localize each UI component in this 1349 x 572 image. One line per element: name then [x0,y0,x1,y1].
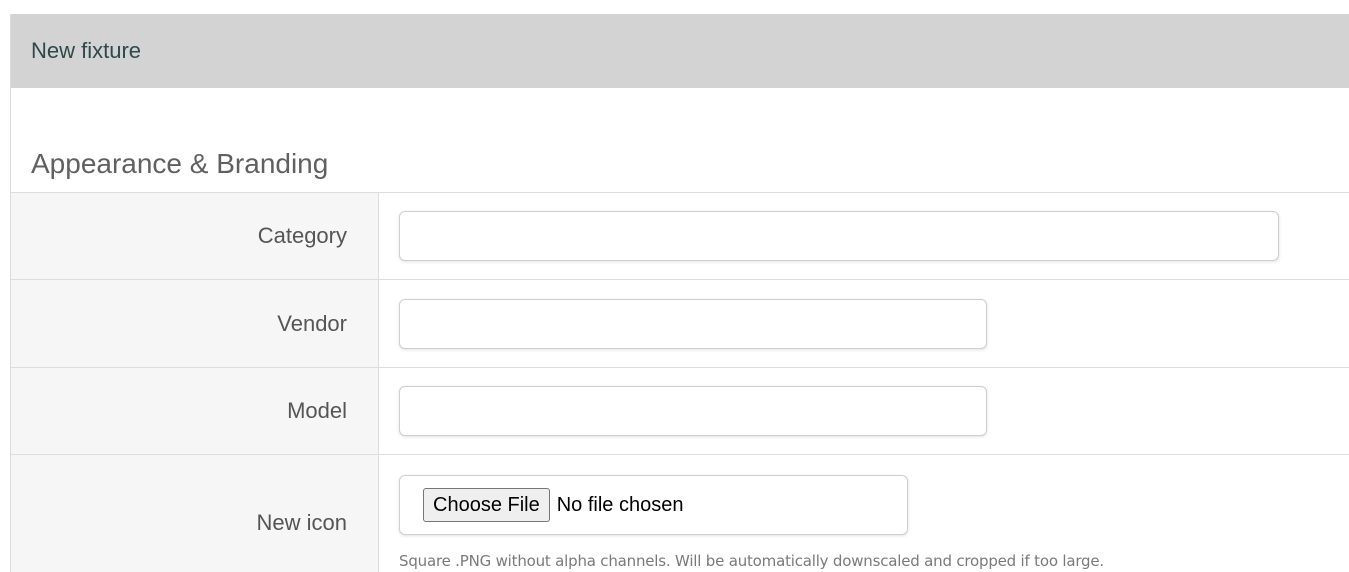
icon-label: New icon [11,455,379,572]
file-status: No file chosen [556,493,684,516]
panel-header: New fixture [11,14,1349,88]
icon-help-text: Square .PNG without alpha channels. Will… [399,552,1104,570]
choose-file-button[interactable]: Choose File [423,488,550,522]
panel-title: New fixture [31,38,142,63]
section-title: Appearance & Branding [11,88,1349,193]
model-row: Model [11,368,1349,455]
category-input[interactable] [399,211,1279,261]
model-label: Model [11,368,379,454]
category-field-cell [379,193,1349,279]
category-row: Category [11,193,1349,280]
category-label: Category [11,193,379,279]
icon-file-input[interactable]: Choose File No file chosen [399,475,908,535]
new-fixture-panel: New fixture Appearance & Branding Catego… [10,14,1349,572]
icon-field-cell: Choose File No file chosen Square .PNG w… [379,455,1349,572]
section-title-text: Appearance & Branding [31,148,329,179]
vendor-label: Vendor [11,280,379,367]
vendor-input[interactable] [399,298,987,349]
vendor-field-cell [379,280,1349,367]
model-field-cell [379,368,1349,454]
vendor-row: Vendor [11,280,1349,368]
model-input[interactable] [399,386,987,436]
icon-row: New icon Choose File No file chosen Squa… [11,455,1349,572]
page: New fixture Appearance & Branding Catego… [0,0,1349,572]
